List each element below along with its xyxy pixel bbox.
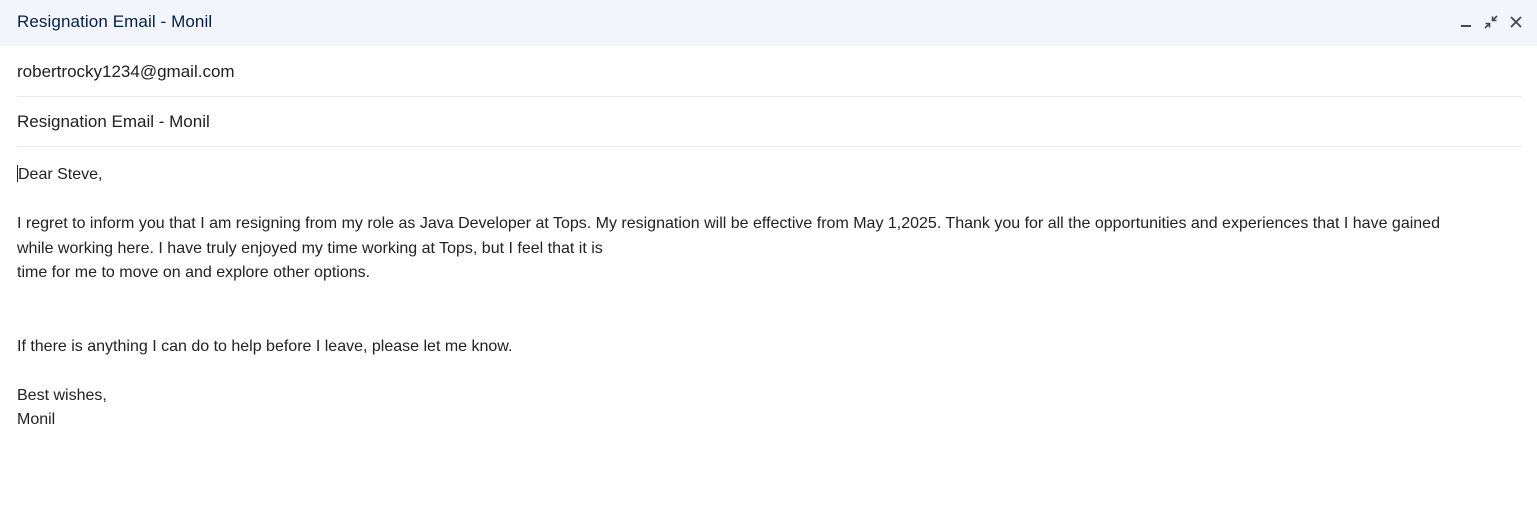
compose-title: Resignation Email - Monil — [17, 12, 213, 31]
paragraph-1-line-3: time for me to move on and explore other… — [17, 264, 371, 281]
paragraph-1-line-1: I regret to inform you that I am resigni… — [17, 215, 1440, 232]
paragraph-2: If there is anything I can do to help be… — [17, 337, 513, 355]
exit-fullscreen-button[interactable] — [1480, 11, 1502, 33]
recipient-email[interactable]: robertrocky1234@gmail.com — [17, 62, 235, 82]
greeting-line: Dear Steve, — [17, 163, 1517, 188]
message-body[interactable]: Dear Steve, I regret to inform you that … — [17, 163, 1517, 433]
subject-value[interactable]: Resignation Email - Monil — [17, 112, 210, 132]
closing-line: Best wishes, — [17, 386, 107, 404]
minimize-icon — [1461, 25, 1471, 27]
compose-window: Resignation Email - Monil robertrocky123… — [0, 0, 1537, 512]
close-button[interactable] — [1505, 11, 1527, 33]
paragraph-1-line-2: while working here. I have truly enjoyed… — [17, 239, 603, 257]
close-icon — [1510, 16, 1522, 28]
greeting-text: Dear Steve, — [18, 166, 103, 183]
subject-field[interactable]: Resignation Email - Monil — [17, 97, 1522, 147]
signature-line: Monil — [17, 411, 56, 428]
compose-title-bar[interactable]: Resignation Email - Monil — [0, 0, 1537, 46]
recipients-field[interactable]: robertrocky1234@gmail.com — [17, 47, 1522, 97]
exit-fullscreen-icon — [1484, 15, 1498, 29]
minimize-button[interactable] — [1455, 11, 1477, 33]
window-controls — [1452, 11, 1527, 33]
